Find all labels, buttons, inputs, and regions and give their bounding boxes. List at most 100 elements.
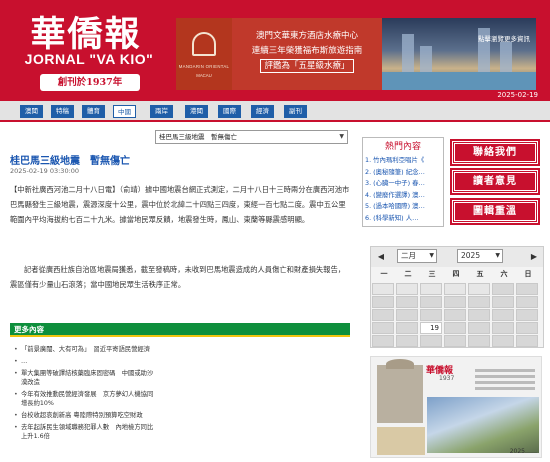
calendar-day[interactable] xyxy=(492,335,514,347)
hot-item[interactable]: 2. (奧秘隨筆) 紀念… xyxy=(365,167,443,179)
calendar-day[interactable] xyxy=(444,309,466,321)
anniversary-ad[interactable]: 華僑報 1937 2025…… xyxy=(370,356,542,458)
prev-month-icon[interactable]: ◀ xyxy=(376,252,386,262)
calendar-day[interactable] xyxy=(468,296,490,308)
nav-item-special[interactable]: 特稿 xyxy=(51,105,74,118)
mandarin-oriental-logo: MANDARIN ORIENTAL MACAU xyxy=(176,18,232,90)
calendar-day[interactable] xyxy=(468,322,490,334)
list-item[interactable]: 今年有效推動民營經濟發展 京方夢幻人機協同增長約10% xyxy=(14,390,154,408)
nav-item-china[interactable]: 中國 xyxy=(113,105,136,118)
calendar-day[interactable] xyxy=(396,335,418,347)
header-ad-banner[interactable]: MANDARIN ORIENTAL MACAU 澳門文華東方酒店水療中心 連續三… xyxy=(176,18,536,90)
month-select[interactable]: 二月 ▼ xyxy=(397,249,437,263)
list-item[interactable]: 「前景廣闊、大有可為」 習近平寄語民營經濟 xyxy=(14,345,154,354)
calendar-day[interactable] xyxy=(492,283,514,295)
site-logo[interactable]: 華僑報 xyxy=(26,6,146,57)
calendar-day[interactable] xyxy=(396,309,418,321)
article-paragraph: 記者從廣西壯族自治區地震局獲悉，截至發稿時，未收到巴馬地震造成的人員傷亡和財產損… xyxy=(10,265,346,290)
nav-item-supplement[interactable]: 副刊 xyxy=(284,105,307,118)
city-photo xyxy=(427,397,539,453)
calendar-day[interactable] xyxy=(492,309,514,321)
calendar-day xyxy=(444,283,466,295)
more-content-list: 「前景廣闊、大有可為」 習近平寄語民營經濟 … 單大集團等破譯結核藥臨床固密碼 … xyxy=(14,345,154,444)
article-paragraph: 【中新社廣西河池二月十八日電】（俞靖）據中國地震台網正式測定，二月十八日十三時兩… xyxy=(10,185,350,225)
hot-content-title: 熱門內容 xyxy=(384,142,421,152)
weekday-label: 四 xyxy=(452,270,460,278)
founded-badge: 創刊於1937年 xyxy=(40,74,140,91)
reader-opinion-button[interactable]: 讀者意見 xyxy=(450,168,540,195)
weekday-label: 三 xyxy=(428,270,436,278)
weekday-label: 一 xyxy=(380,270,388,278)
banner-photo xyxy=(382,18,536,90)
calendar-day[interactable] xyxy=(444,322,466,334)
calendar-day[interactable] xyxy=(372,322,394,334)
quick-links: 聯絡我們 讀者意見 圖輯重溫 xyxy=(448,137,542,227)
nav-item-economy[interactable]: 經濟 xyxy=(251,105,274,118)
hot-item[interactable]: 3. (心臟一中子) 春… xyxy=(365,178,443,190)
main-nav: 澳聞 特稿 體育 中國 兩岸 港聞 國際 經濟 副刊 xyxy=(0,101,550,122)
calendar-day[interactable] xyxy=(372,296,394,308)
chevron-down-icon: ▼ xyxy=(429,252,434,259)
hot-item[interactable]: 6. (科學新知) 人… xyxy=(365,213,443,225)
photo-archive-button[interactable]: 圖輯重溫 xyxy=(450,198,540,225)
ad-year: 1937 xyxy=(439,375,455,382)
more-content-header: 更多內容 xyxy=(10,323,350,337)
calendar-day[interactable] xyxy=(492,296,514,308)
banner-more-link[interactable]: 點擊瀏覽更多資訊 xyxy=(478,33,530,43)
site-header: 華僑報 JORNAL "VA KIO" 創刊於1937年 MANDARIN OR… xyxy=(0,0,550,101)
weekday-label: 六 xyxy=(500,270,508,278)
current-date: 2025-02-19 xyxy=(497,91,538,99)
calendar-day[interactable] xyxy=(396,296,418,308)
fan-icon xyxy=(192,32,216,56)
ad-text-lines xyxy=(475,369,535,393)
calendar-day[interactable] xyxy=(516,335,538,347)
calendar-day[interactable] xyxy=(516,296,538,308)
calendar-day[interactable] xyxy=(420,335,442,347)
chevron-down-icon: ▼ xyxy=(339,133,344,140)
list-item[interactable]: 台校收超哀創新高 粵陸際特別預算吃空財政 xyxy=(14,411,154,420)
list-item[interactable]: 單大集團等破譯結核藥臨床固密碼 中國或助沙漠改造 xyxy=(14,369,154,387)
list-item[interactable]: … xyxy=(14,357,154,366)
calendar-widget: ◀ 二月 ▼ 2025 ▼ ▶ 一 二 三 四 五 六 日 19 xyxy=(370,246,544,348)
calendar-day xyxy=(372,283,394,295)
nav-item-sports[interactable]: 體育 xyxy=(82,105,105,118)
more-content-title: 更多內容 xyxy=(14,325,44,334)
calendar-day xyxy=(396,283,418,295)
hot-item[interactable]: 5. (過本哈國際) 澳… xyxy=(365,201,443,213)
next-month-icon[interactable]: ▶ xyxy=(529,252,539,262)
calendar-day[interactable] xyxy=(516,283,538,295)
nav-item-international[interactable]: 國際 xyxy=(218,105,241,118)
nav-item-hongkong[interactable]: 港聞 xyxy=(185,105,208,118)
calendar-day-today[interactable]: 19 xyxy=(420,322,442,334)
calendar-day[interactable] xyxy=(516,309,538,321)
calendar-day[interactable] xyxy=(372,335,394,347)
weekday-label: 五 xyxy=(476,270,484,278)
calendar-day[interactable] xyxy=(516,322,538,334)
nav-item-cross-strait[interactable]: 兩岸 xyxy=(150,105,173,118)
calendar-header: ◀ 二月 ▼ 2025 ▼ ▶ xyxy=(371,247,543,267)
weekday-label: 日 xyxy=(524,270,532,278)
list-item[interactable]: 去年起訴民生領域職務犯罪人數 內地檢方同比上升1.6倍 xyxy=(14,423,154,441)
banner-text: 澳門文華東方酒店水療中心 連續三年榮獲福布斯旅遊指南 評鑑為「五星級水療」 xyxy=(232,18,382,90)
calendar-day[interactable] xyxy=(468,335,490,347)
calendar-day[interactable] xyxy=(444,296,466,308)
hot-item[interactable]: 1. 竹內瑪利亞唱片《 xyxy=(365,155,443,167)
calendar-day[interactable] xyxy=(396,322,418,334)
contact-us-button[interactable]: 聯絡我們 xyxy=(450,139,540,166)
weekday-row: 一 二 三 四 五 六 日 xyxy=(371,269,543,281)
chevron-down-icon: ▼ xyxy=(495,252,500,259)
year-select[interactable]: 2025 ▼ xyxy=(457,249,503,263)
nav-item-macau[interactable]: 澳聞 xyxy=(20,105,43,118)
article-select[interactable]: 桂巴馬三級地震 暫無傷亡 ▼ xyxy=(155,130,348,144)
calendar-day[interactable] xyxy=(492,322,514,334)
calendar-day[interactable] xyxy=(468,309,490,321)
calendar-day[interactable] xyxy=(420,309,442,321)
calendar-day[interactable] xyxy=(372,309,394,321)
ruins-of-st-paul-image xyxy=(377,359,423,423)
street-photo xyxy=(377,427,425,455)
calendar-day[interactable] xyxy=(420,296,442,308)
article-timestamp: 2025-02-19 03:30:00 xyxy=(10,167,80,175)
hot-item[interactable]: 4. (變廢作選譯) 澳… xyxy=(365,190,443,202)
calendar-day[interactable] xyxy=(444,335,466,347)
site-logo-en: JORNAL "VA KIO" xyxy=(24,51,154,67)
